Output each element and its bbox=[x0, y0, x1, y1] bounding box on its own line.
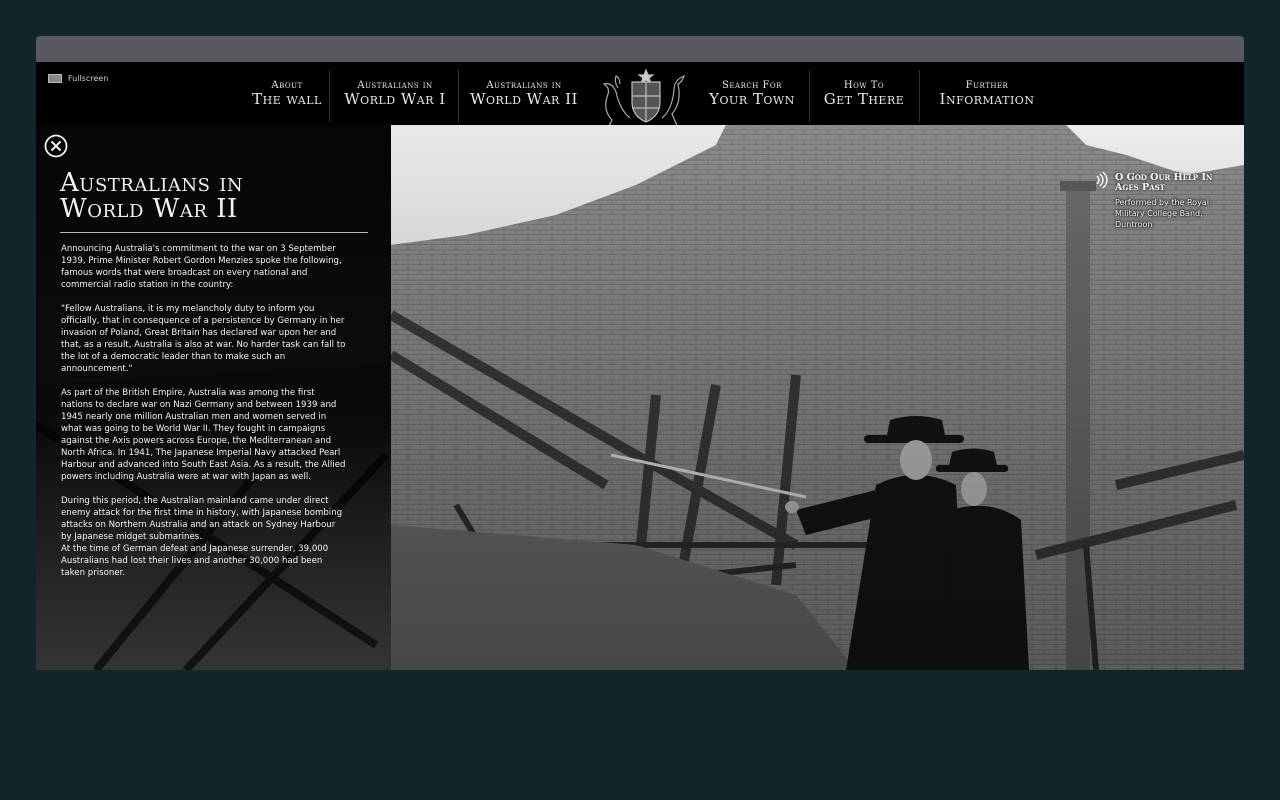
nav-item-line1: Search For bbox=[722, 79, 782, 91]
nav-search-for-your-town[interactable]: Search For Your Town bbox=[696, 62, 808, 125]
panel-quote: "Fellow Australians, it is my melancholy… bbox=[61, 304, 346, 374]
nav-item-line2: World War II bbox=[470, 89, 578, 108]
panel-title-line1: Australians in bbox=[60, 168, 244, 198]
nav-item-line2: Your Town bbox=[709, 89, 795, 108]
fullscreen-icon bbox=[48, 74, 62, 83]
fullscreen-label: Fullscreen bbox=[68, 74, 109, 83]
nav-item-line2: Information bbox=[939, 89, 1035, 108]
info-panel: Australians in World War II Announcing A… bbox=[36, 125, 391, 670]
nav-divider bbox=[329, 70, 330, 122]
nav-how-to-get-there[interactable]: How To Get There bbox=[810, 62, 918, 125]
nav-divider bbox=[458, 70, 459, 122]
browser-top-bar bbox=[36, 36, 1244, 62]
nav-item-line1: Further bbox=[965, 79, 1009, 91]
nav-item-line2: The wall bbox=[252, 89, 322, 108]
panel-paragraph: As part of the British Empire, Australia… bbox=[61, 388, 346, 482]
nav-item-line1: How To bbox=[843, 79, 885, 91]
audio-track-info: O God Our Help In Ages Past Performed by… bbox=[1094, 171, 1216, 230]
nav-about-the-wall[interactable]: About The wall bbox=[242, 62, 332, 125]
main-navigation: Fullscreen About The wall Australians in… bbox=[36, 62, 1244, 138]
sound-icon[interactable] bbox=[1094, 171, 1108, 189]
nav-item-line1: Australians in bbox=[486, 79, 562, 91]
audio-track-subtitle: Performed by the Royal Military College … bbox=[1115, 198, 1209, 229]
panel-paragraph: During this period, the Australian mainl… bbox=[61, 496, 343, 542]
audio-track-title[interactable]: O God Our Help In Ages Past bbox=[1115, 173, 1216, 193]
panel-title-line2: World War II bbox=[60, 194, 238, 224]
content-area: Australians in World War II Announcing A… bbox=[36, 125, 1244, 670]
nav-item-line2: World War I bbox=[344, 89, 446, 108]
nav-item-line1: Australians in bbox=[357, 79, 433, 91]
panel-paragraph: Announcing Australia's commitment to the… bbox=[61, 244, 342, 290]
panel-body: Announcing Australia's commitment to the… bbox=[61, 243, 346, 591]
nav-australians-ww2[interactable]: Australians in World War II bbox=[460, 62, 588, 125]
nav-further-information[interactable]: Further Information bbox=[920, 62, 1054, 125]
title-divider bbox=[60, 232, 368, 233]
close-icon[interactable] bbox=[44, 134, 68, 158]
nav-item-line2: Get There bbox=[823, 89, 905, 108]
fullscreen-button[interactable]: Fullscreen bbox=[48, 74, 108, 83]
nav-item-line1: About bbox=[271, 79, 303, 91]
panel-paragraph: At the time of German defeat and Japanes… bbox=[61, 544, 329, 578]
app-window: Fullscreen About The wall Australians in… bbox=[36, 36, 1244, 670]
nav-australians-ww1[interactable]: Australians in World War I bbox=[332, 62, 458, 125]
panel-title: Australians in World War II bbox=[60, 170, 243, 222]
